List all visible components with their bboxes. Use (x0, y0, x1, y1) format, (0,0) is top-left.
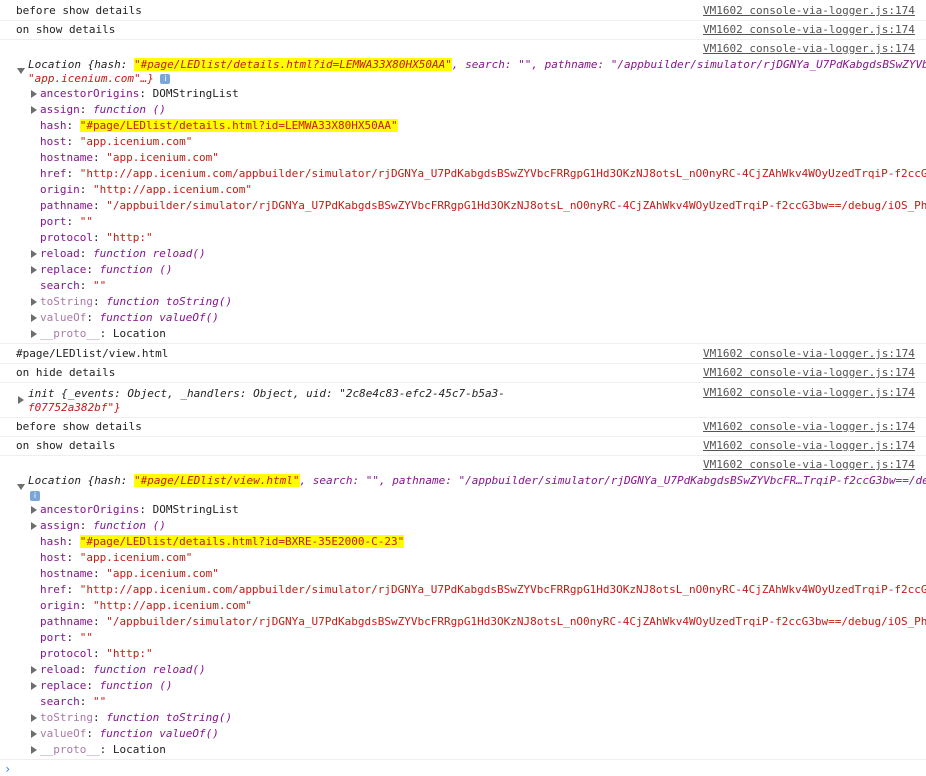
info-icon[interactable]: i (30, 491, 40, 501)
prop-replace[interactable]: replace: function () (40, 262, 172, 278)
prop-hostname: hostname: "app.icenium.com" (40, 151, 219, 164)
prop-ancestorOrigins[interactable]: ancestorOrigins: DOMStringList (40, 502, 239, 518)
prop-protocol: protocol: "http:" (40, 647, 153, 660)
expand-arrow-icon[interactable] (31, 106, 37, 114)
prop-hash: hash: "#page/LEDlist/details.html?id=BXR… (40, 535, 405, 548)
prop-host: host: "app.icenium.com" (40, 135, 193, 148)
expand-arrow-icon[interactable] (31, 330, 37, 338)
source-link[interactable]: VM1602 console-via-logger.js:174 (703, 346, 915, 362)
source-link[interactable]: VM1602 console-via-logger.js:174 (703, 22, 915, 38)
prop-assign[interactable]: assign: function () (40, 518, 166, 534)
prop-port: port: "" (40, 215, 93, 228)
prop-proto[interactable]: __proto__: Location (40, 742, 166, 758)
prop-assign[interactable]: assign: function () (40, 102, 166, 118)
console-message: before show details (16, 420, 142, 433)
prop-reload[interactable]: reload: function reload() (40, 662, 206, 678)
info-icon[interactable]: i (160, 74, 171, 84)
separator (0, 436, 926, 437)
separator (0, 382, 926, 383)
console-message: before show details (16, 4, 142, 17)
prop-pathname: pathname: "/appbuilder/simulator/rjDGNYa… (40, 615, 926, 628)
init-summary-cont: f07752a382bf"} (28, 401, 121, 414)
source-link[interactable]: VM1602 console-via-logger.js:174 (703, 419, 915, 435)
prop-origin: origin: "http://app.icenium.com" (40, 599, 252, 612)
separator (0, 417, 926, 418)
prop-pathname: pathname: "/appbuilder/simulator/rjDGNYa… (40, 199, 926, 212)
expand-arrow-icon[interactable] (31, 666, 37, 674)
prop-hash: hash: "#page/LEDlist/details.html?id=LEM… (40, 119, 398, 132)
prop-hostname: hostname: "app.icenium.com" (40, 567, 219, 580)
expand-arrow-icon[interactable] (31, 266, 37, 274)
separator (0, 363, 926, 364)
prop-host: host: "app.icenium.com" (40, 551, 193, 564)
prop-href: href: "http://app.icenium.com/appbuilder… (40, 167, 926, 180)
prop-protocol: protocol: "http:" (40, 231, 153, 244)
separator (0, 455, 926, 456)
expand-toggle-icon[interactable] (17, 68, 25, 74)
source-link[interactable]: VM1602 console-via-logger.js:174 (703, 365, 915, 381)
prop-port: port: "" (40, 631, 93, 644)
console-message: #page/LEDlist/view.html (16, 347, 169, 360)
prop-toString[interactable]: toString: function toString() (40, 710, 232, 726)
prop-toString[interactable]: toString: function toString() (40, 294, 232, 310)
source-link[interactable]: VM1602 console-via-logger.js:174 (703, 3, 915, 19)
prop-reload[interactable]: reload: function reload() (40, 246, 206, 262)
expand-arrow-icon[interactable] (31, 730, 37, 738)
source-link[interactable]: VM1602 console-via-logger.js:174 (703, 438, 915, 454)
prop-origin: origin: "http://app.icenium.com" (40, 183, 252, 196)
expand-arrow-icon[interactable] (31, 506, 37, 514)
expand-arrow-icon[interactable] (31, 90, 37, 98)
expand-arrow-icon[interactable] (31, 298, 37, 306)
prop-valueOf[interactable]: valueOf: function valueOf() (40, 726, 219, 742)
location-summary-cont: i (30, 488, 40, 504)
expand-arrow-icon[interactable] (18, 396, 24, 404)
console-message: on show details (16, 439, 116, 452)
expand-toggle-icon[interactable] (17, 484, 25, 490)
source-link[interactable]: VM1602 console-via-logger.js:174 (703, 385, 915, 401)
prop-ancestorOrigins[interactable]: ancestorOrigins: DOMStringList (40, 86, 239, 102)
console-prompt-icon[interactable]: › (4, 762, 11, 776)
console-message: on show details (16, 23, 116, 36)
location-summary: Location {hash: "#page/LEDlist/view.html… (28, 474, 926, 487)
expand-arrow-icon[interactable] (31, 746, 37, 754)
prop-href: href: "http://app.icenium.com/appbuilder… (40, 583, 926, 596)
prop-proto[interactable]: __proto__: Location (40, 326, 166, 342)
location-summary-cont: "app.icenium.com"…} i (28, 71, 171, 87)
separator (0, 20, 926, 21)
source-link[interactable]: VM1602 console-via-logger.js:174 (703, 41, 915, 57)
prop-replace[interactable]: replace: function () (40, 678, 172, 694)
expand-arrow-icon[interactable] (31, 314, 37, 322)
expand-arrow-icon[interactable] (31, 250, 37, 258)
expand-arrow-icon[interactable] (31, 714, 37, 722)
separator (0, 343, 926, 344)
prop-search: search: "" (40, 695, 107, 708)
separator (0, 759, 926, 760)
console-message: on hide details (16, 366, 116, 379)
prop-valueOf[interactable]: valueOf: function valueOf() (40, 310, 219, 326)
prop-search: search: "" (40, 279, 107, 292)
expand-arrow-icon[interactable] (31, 522, 37, 530)
separator (0, 39, 926, 40)
source-link[interactable]: VM1602 console-via-logger.js:174 (703, 457, 915, 473)
expand-arrow-icon[interactable] (31, 682, 37, 690)
